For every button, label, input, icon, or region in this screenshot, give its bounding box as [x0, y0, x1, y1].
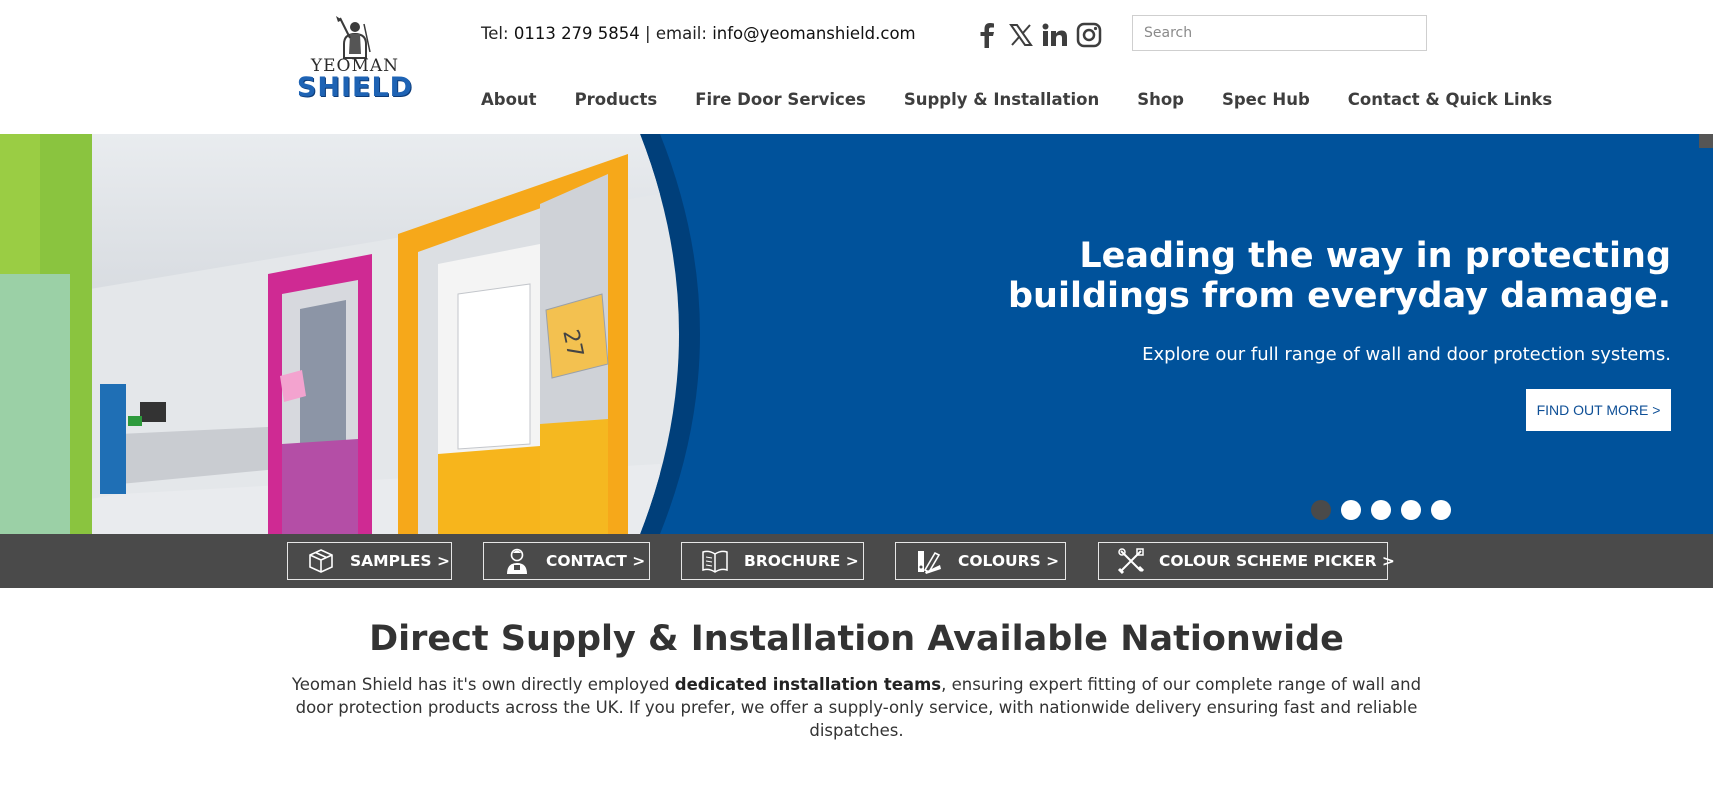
contact-button[interactable]: CONTACT > [483, 542, 650, 580]
slider-dot-1[interactable] [1311, 500, 1331, 520]
contact-line: Tel: 0113 279 5854 | email: info@yeomans… [481, 24, 916, 43]
x-icon[interactable] [1008, 20, 1034, 50]
site-header: YEOMAN SHIELD Tel: 0113 279 5854 | email… [0, 0, 1713, 134]
section-intro-text: Yeoman Shield has it's own directly empl… [290, 673, 1423, 742]
colour-scheme-picker-button[interactable]: COLOUR SCHEME PICKER > [1098, 542, 1395, 580]
intro-text-bold: dedicated installation teams [674, 675, 942, 694]
intro-text-part-1: Yeoman Shield has it's own directly empl… [291, 675, 675, 694]
email-label: email: [655, 24, 707, 43]
contact-label: CONTACT > [546, 552, 646, 570]
tel-link[interactable]: 0113 279 5854 [514, 24, 640, 43]
tools-icon [1117, 546, 1145, 576]
instagram-icon[interactable] [1076, 20, 1102, 50]
hero-title-line-2: buildings from everyday damage. [1007, 276, 1671, 316]
linkedin-icon[interactable] [1042, 20, 1068, 50]
hero-corridor-image: 27 [0, 134, 700, 534]
slider-dot-3[interactable] [1371, 500, 1391, 520]
nav-item-about[interactable]: About [481, 90, 537, 109]
colours-button[interactable]: COLOURS > [895, 542, 1066, 580]
book-icon [700, 546, 730, 576]
colours-label: COLOURS > [958, 552, 1060, 570]
nav-item-products[interactable]: Products [575, 90, 658, 109]
slider-dot-2[interactable] [1341, 500, 1361, 520]
find-out-more-button[interactable]: FIND OUT MORE > [1526, 389, 1671, 431]
slider-dot-4[interactable] [1401, 500, 1421, 520]
nav-item-spec-hub[interactable]: Spec Hub [1222, 90, 1310, 109]
yeoman-shield-logo[interactable]: YEOMAN SHIELD [284, 14, 426, 103]
slider-dot-5[interactable] [1431, 500, 1451, 520]
samples-label: SAMPLES > [350, 552, 450, 570]
brochure-label: BROCHURE > [744, 552, 859, 570]
nav-item-fire-door-services[interactable]: Fire Door Services [695, 90, 866, 109]
colour-swatch-icon [914, 546, 944, 576]
hero-title-line-1: Leading the way in protecting [1079, 236, 1671, 276]
brochure-button[interactable]: BROCHURE > [681, 542, 864, 580]
logo-wordmark-bottom: SHIELD [296, 72, 414, 103]
colour-scheme-picker-label: COLOUR SCHEME PICKER > [1159, 552, 1395, 570]
main-nav: About Products Fire Door Services Supply… [481, 90, 1552, 109]
hero-slider: 27 Leading the way in protecting buildin… [0, 134, 1713, 534]
person-icon [502, 546, 532, 576]
samples-button[interactable]: SAMPLES > [287, 542, 452, 580]
facebook-icon[interactable] [974, 20, 1000, 50]
hero-title: Leading the way in protecting buildings … [911, 236, 1671, 316]
nav-item-shop[interactable]: Shop [1137, 90, 1184, 109]
contact-separator: | [645, 24, 651, 43]
social-links [974, 20, 1102, 50]
knight-emblem-icon [336, 16, 371, 59]
search-input[interactable] [1132, 15, 1427, 51]
email-link[interactable]: info@yeomanshield.com [712, 24, 915, 43]
nav-item-contact-quick-links[interactable]: Contact & Quick Links [1348, 90, 1552, 109]
nav-item-supply-installation[interactable]: Supply & Installation [904, 90, 1099, 109]
hero-subtitle: Explore our full range of wall and door … [1142, 344, 1671, 365]
tel-label: Tel: [481, 24, 509, 43]
box-icon [306, 546, 336, 576]
slider-corner-marker [1699, 134, 1713, 148]
slider-dots [1311, 500, 1451, 520]
quick-links-bar: SAMPLES > CONTACT > BROCHURE > COLOURS >… [0, 534, 1713, 588]
section-title: Direct Supply & Installation Available N… [369, 619, 1344, 659]
